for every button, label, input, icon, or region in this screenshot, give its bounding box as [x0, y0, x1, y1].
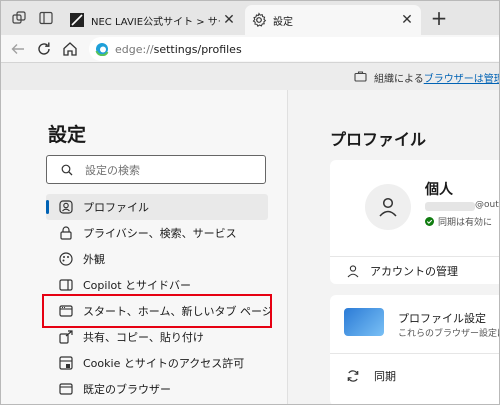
cookie-icon: [59, 356, 73, 370]
lock-icon: [60, 226, 72, 240]
browser-icon: [59, 383, 73, 395]
tab-strip: NEC LAVIE公式サイト > サービス&サ ✕ 設定 ✕ +: [1, 1, 499, 35]
settings-content: 設定 設定の検索 プロファイル プライバシー、検索、サービス 外観 Copilo…: [1, 90, 499, 404]
avatar: [365, 184, 411, 230]
managed-briefcase-icon: [354, 71, 367, 82]
managed-banner: 組織によるブラウザーは管理されて: [1, 63, 499, 90]
email-domain: @out: [475, 200, 499, 210]
sidebar-item-label: プライバシー、検索、サービス: [83, 227, 237, 240]
email-redacted: [425, 202, 475, 211]
settings-title: 設定: [48, 124, 87, 146]
workspaces-icon[interactable]: [11, 10, 27, 26]
tab-nec-lavie[interactable]: NEC LAVIE公式サイト > サービス&サ ✕: [63, 5, 243, 35]
navigation-toolbar: edge://settings/profiles: [1, 35, 499, 63]
close-tab-icon[interactable]: ✕: [398, 11, 416, 29]
edge-logo-icon: [95, 43, 109, 56]
highlight-box: [42, 294, 272, 328]
sidebar-item-profiles[interactable]: プロファイル: [46, 194, 268, 220]
new-tab-button[interactable]: +: [429, 8, 449, 29]
address-bar[interactable]: edge://settings/profiles: [89, 37, 499, 61]
profile-settings-card: プロファイル設定 これらのブラウザー設定は、 同期: [330, 295, 499, 404]
managed-prefix: 組織による: [374, 74, 424, 85]
search-placeholder: 設定の検索: [85, 163, 140, 177]
person-outline-icon: [347, 264, 359, 277]
sidebar-item-label: プロファイル: [83, 201, 149, 214]
search-icon: [61, 164, 73, 175]
sync-label: 同期: [374, 370, 396, 383]
tab-settings[interactable]: 設定 ✕: [245, 5, 421, 35]
gear-icon: [252, 12, 267, 27]
check-circle-icon: [425, 217, 434, 226]
sidebar-item-appearance[interactable]: 外観: [46, 246, 268, 272]
profile-name: 個人: [425, 182, 453, 198]
copilot-icon: [59, 279, 73, 291]
profiles-panel: プロファイル 個人 @out 同期は有効に アカウントの管理 プロファイル設定 …: [289, 90, 499, 404]
sidebar-item-label: 共有、コピー、貼り付け: [83, 331, 204, 344]
manage-account-label: アカウントの管理: [370, 264, 458, 278]
url-scheme: edge://: [115, 42, 154, 56]
share-icon: [59, 330, 73, 344]
settings-search-input[interactable]: 設定の検索: [46, 155, 266, 184]
appearance-icon: [59, 252, 73, 266]
sync-icon: [347, 370, 359, 382]
person-icon: [379, 197, 397, 217]
profile-settings-illustration-icon: [344, 308, 384, 336]
browser-window: NEC LAVIE公式サイト > サービス&サ ✕ 設定 ✕ +: [0, 0, 500, 405]
sync-status-text: 同期は有効に: [438, 218, 493, 228]
nec-favicon-icon: [70, 13, 84, 27]
sidebar-item-default-browser[interactable]: 既定のブラウザー: [46, 376, 268, 402]
home-icon[interactable]: [61, 40, 79, 58]
back-arrow-icon[interactable]: [9, 40, 27, 58]
refresh-icon[interactable]: [35, 40, 53, 58]
profile-card: 個人 @out 同期は有効に アカウントの管理: [330, 160, 499, 284]
profile-settings-desc: これらのブラウザー設定は、: [398, 329, 499, 339]
settings-sidebar: 設定 設定の検索 プロファイル プライバシー、検索、サービス 外観 Copilo…: [1, 90, 288, 404]
sidebar-item-cookies[interactable]: Cookie とサイトのアクセス許可: [46, 350, 268, 376]
managed-text: 組織によるブラウザーは管理されて: [374, 70, 499, 85]
profile-settings-title: プロファイル設定: [398, 312, 486, 325]
managed-link[interactable]: ブラウザーは管理されて: [424, 74, 499, 85]
vertical-tabs-icon[interactable]: [38, 10, 54, 26]
sync-status: 同期は有効に: [425, 215, 492, 228]
profiles-heading: プロファイル: [330, 130, 427, 149]
sidebar-item-label: 外観: [83, 253, 105, 266]
card-divider: [330, 353, 499, 354]
sidebar-item-label: Cookie とサイトのアクセス許可: [83, 357, 245, 370]
sidebar-item-label: 既定のブラウザー: [83, 383, 171, 396]
sidebar-item-label: Copilot とサイドバー: [83, 279, 192, 292]
sidebar-item-privacy[interactable]: プライバシー、検索、サービス: [46, 220, 268, 246]
close-tab-icon[interactable]: ✕: [220, 11, 238, 29]
profile-icon: [59, 200, 73, 214]
tab-title: NEC LAVIE公式サイト > サービス&サ: [91, 16, 220, 28]
sync-row[interactable]: 同期: [330, 359, 499, 393]
manage-account-row[interactable]: アカウントの管理: [330, 257, 499, 284]
tab-title: 設定: [273, 16, 293, 28]
url-path: settings/profiles: [153, 42, 242, 56]
